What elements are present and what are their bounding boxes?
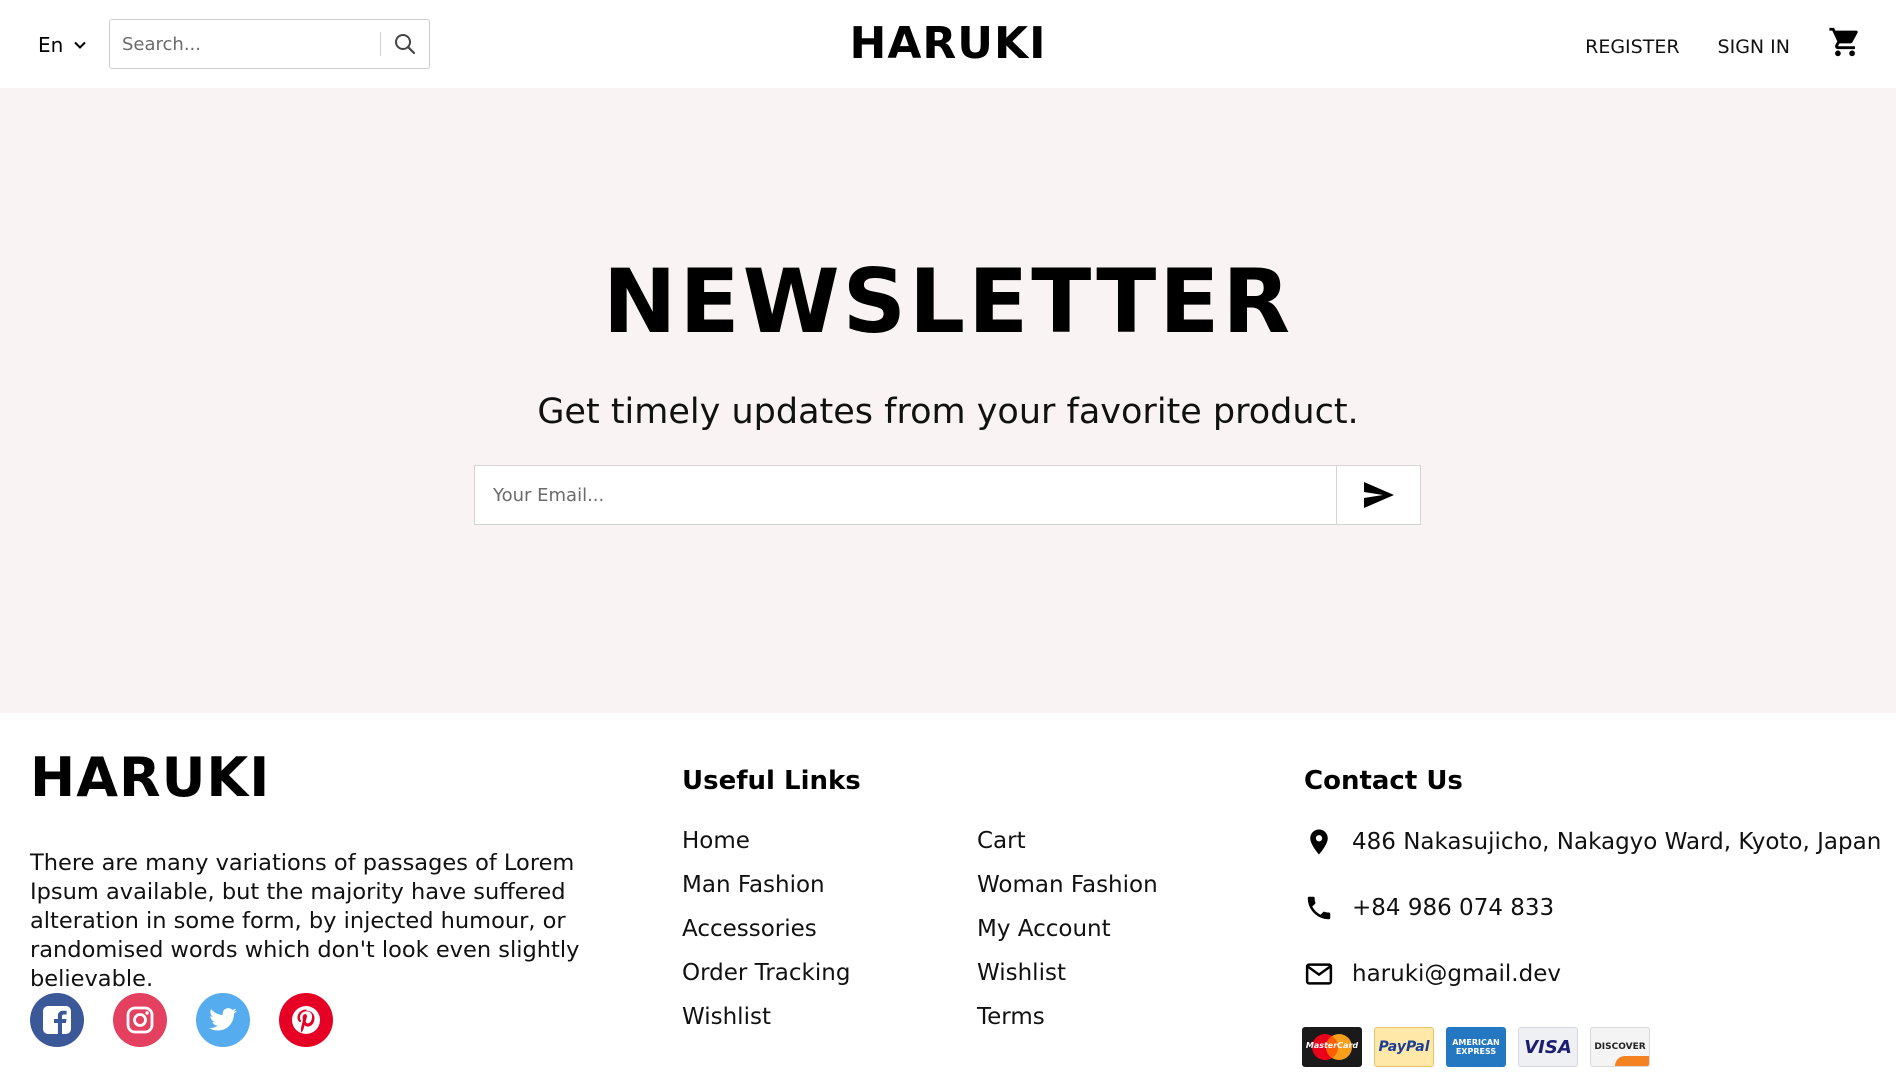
social-links: [30, 993, 333, 1047]
location-pin-icon: [1310, 829, 1328, 855]
pinterest-link[interactable]: [279, 993, 333, 1047]
footer-logo[interactable]: HARUKI: [30, 751, 270, 805]
language-selector[interactable]: En: [38, 30, 87, 60]
footer-link-terms[interactable]: Terms: [977, 1003, 1158, 1047]
newsletter-section: NEWSLETTER Get timely updates from your …: [0, 88, 1896, 713]
footer-link-order-tracking[interactable]: Order Tracking: [682, 959, 850, 1003]
mastercard-icon: MasterCard: [1302, 1027, 1362, 1067]
visa-icon: VISA: [1518, 1027, 1578, 1067]
contact-email: haruki@gmail.dev: [1304, 959, 1561, 989]
site-logo[interactable]: HARUKI: [850, 18, 1047, 69]
send-icon: [1363, 482, 1394, 508]
header-nav: REGISTER SIGN IN: [1585, 0, 1896, 88]
signin-link[interactable]: SIGN IN: [1718, 36, 1790, 58]
paypal-icon: PayPal: [1374, 1027, 1434, 1067]
search-box: [109, 19, 430, 69]
site-footer: HARUKI There are many variations of pass…: [0, 713, 1896, 1080]
footer-link-accessories[interactable]: Accessories: [682, 915, 850, 959]
newsletter-title: NEWSLETTER: [602, 250, 1294, 353]
chevron-down-icon: [74, 41, 87, 49]
site-header: En HARUKI REGISTER SIGN IN: [0, 0, 1896, 88]
cart-button[interactable]: [1828, 25, 1862, 59]
pinterest-icon: [292, 1006, 320, 1034]
footer-link-woman-fashion[interactable]: Woman Fashion: [977, 871, 1158, 915]
useful-links-title: Useful Links: [682, 766, 861, 796]
footer-link-man-fashion[interactable]: Man Fashion: [682, 871, 850, 915]
contact-address: 486 Nakasujicho, Nakagyo Ward, Kyoto, Ja…: [1304, 827, 1881, 857]
language-label: En: [38, 33, 64, 57]
search-icon: [395, 34, 416, 55]
instagram-icon: [126, 1006, 154, 1034]
newsletter-form: [474, 465, 1421, 525]
facebook-link[interactable]: [30, 993, 84, 1047]
footer-link-my-account[interactable]: My Account: [977, 915, 1158, 959]
contact-title: Contact Us: [1304, 766, 1463, 796]
facebook-icon: [43, 1006, 71, 1034]
twitter-link[interactable]: [196, 993, 250, 1047]
twitter-icon: [209, 1008, 237, 1031]
search-input[interactable]: [110, 21, 380, 67]
instagram-link[interactable]: [113, 993, 167, 1047]
register-link[interactable]: REGISTER: [1585, 36, 1679, 58]
american-express-icon: AMERICAN EXPRESS: [1446, 1027, 1506, 1067]
useful-links-col2: Cart Woman Fashion My Account Wishlist T…: [977, 827, 1158, 1047]
useful-links-col1: Home Man Fashion Accessories Order Track…: [682, 827, 850, 1047]
cart-icon: [1829, 27, 1858, 57]
newsletter-send-button[interactable]: [1336, 466, 1420, 524]
contact-phone-text[interactable]: +84 986 074 833: [1352, 895, 1554, 921]
newsletter-email-input[interactable]: [475, 466, 1336, 524]
footer-link-cart[interactable]: Cart: [977, 827, 1158, 871]
contact-phone: +84 986 074 833: [1304, 893, 1554, 923]
footer-link-wishlist-2[interactable]: Wishlist: [977, 959, 1158, 1003]
footer-link-wishlist[interactable]: Wishlist: [682, 1003, 850, 1047]
phone-icon: [1307, 896, 1331, 920]
contact-email-text[interactable]: haruki@gmail.dev: [1352, 961, 1561, 987]
contact-address-text: 486 Nakasujicho, Nakagyo Ward, Kyoto, Ja…: [1352, 829, 1882, 855]
newsletter-subtitle: Get timely updates from your favorite pr…: [537, 392, 1359, 432]
mail-icon: [1305, 963, 1333, 985]
payment-methods: MasterCard PayPal AMERICAN EXPRESS VISA …: [1302, 1027, 1650, 1067]
discover-icon: DISCOVER: [1590, 1027, 1650, 1067]
footer-link-home[interactable]: Home: [682, 827, 850, 871]
search-button[interactable]: [381, 20, 429, 68]
footer-description: There are many variations of passages of…: [30, 850, 580, 992]
